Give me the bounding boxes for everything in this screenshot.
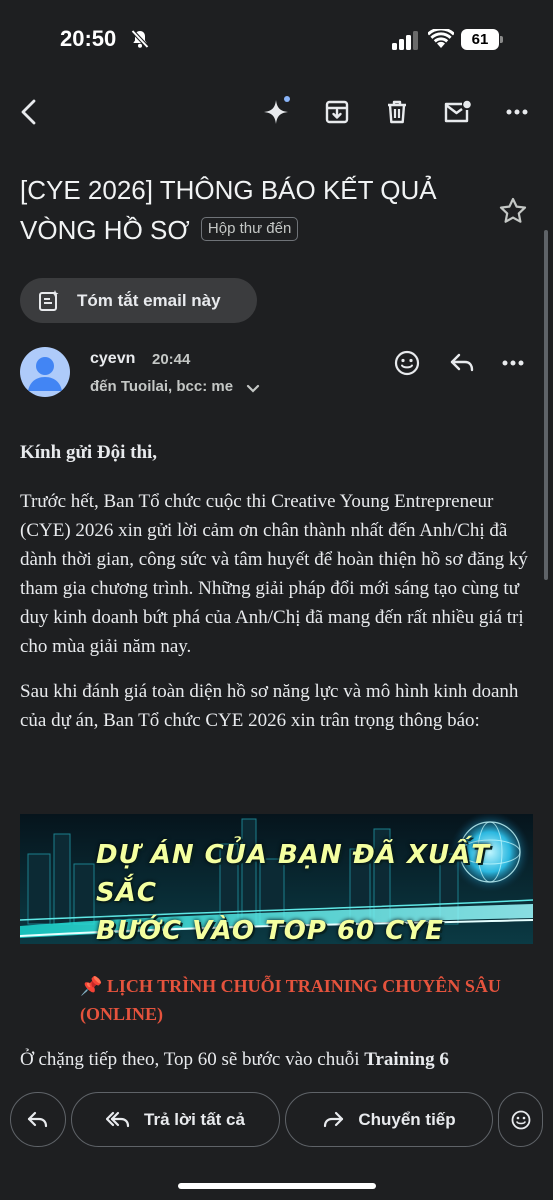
forward-icon — [324, 1111, 344, 1127]
cellular-signal-icon — [392, 30, 420, 55]
star-icon — [499, 197, 527, 223]
chevron-down-icon[interactable] — [246, 381, 260, 399]
wifi-icon — [427, 27, 455, 54]
banner-headline: DỰ ÁN CỦA BẠN ĐÃ XUẤT SẮC BƯỚC VÀO TOP 6… — [96, 836, 516, 944]
recipients-summary[interactable]: đến Tuoilai, bcc: me — [90, 378, 233, 395]
chevron-left-icon — [21, 99, 36, 125]
reply-all-icon — [106, 1111, 130, 1127]
gemini-button[interactable] — [256, 92, 296, 132]
bottom-reply-button[interactable] — [10, 1092, 66, 1147]
schedule-heading-text: LỊCH TRÌNH CHUỖI TRAINING CHUYÊN SÂU (ON… — [80, 976, 501, 1024]
body-paragraph-2: Sau khi đánh giá toàn diện hồ sơ năng lự… — [20, 681, 519, 731]
summarize-email-button[interactable]: Tóm tắt email này — [20, 278, 257, 323]
summary-icon — [39, 289, 59, 311]
star-button[interactable] — [498, 196, 528, 231]
delete-button[interactable] — [377, 92, 417, 132]
battery-indicator: 61 — [461, 29, 499, 50]
email-subject: [CYE 2026] THÔNG BÁO KẾT QUẢ VÒNG HỒ SƠ … — [20, 170, 480, 250]
email-toolbar — [0, 86, 553, 138]
greeting: Kính gửi Đội thi, — [20, 442, 158, 463]
summarize-label: Tóm tắt email này — [77, 290, 221, 310]
pushpin-icon: 📌 — [80, 976, 103, 996]
body-paragraph-3-text: Ở chặng tiếp theo, Top 60 sẽ bước vào ch… — [20, 1049, 365, 1070]
reply-all-button[interactable]: Trả lời tất cả — [71, 1092, 280, 1147]
archive-button[interactable] — [317, 92, 357, 132]
forward-button[interactable]: Chuyển tiếp — [285, 1092, 493, 1147]
silent-mode-icon — [130, 29, 150, 54]
mark-unread-button[interactable] — [437, 92, 477, 132]
archive-icon — [325, 100, 349, 124]
reply-all-label: Trả lời tất cả — [144, 1109, 245, 1129]
sent-time: 20:44 — [152, 351, 191, 368]
body-paragraph-1: Trước hết, Ban Tổ chức cuộc thi Creative… — [20, 491, 528, 657]
schedule-heading: 📌 LỊCH TRÌNH CHUỖI TRAINING CHUYÊN SÂU (… — [80, 972, 530, 1028]
more-horizontal-icon — [506, 109, 528, 115]
status-time: 20:50 — [60, 26, 117, 51]
add-reaction-button[interactable] — [393, 349, 421, 382]
body-paragraph-3-bold: Training 6 — [364, 1049, 449, 1070]
battery-cap — [500, 36, 503, 43]
scrollbar[interactable] — [544, 230, 548, 580]
inbox-label-chip[interactable]: Hộp thư đến — [200, 217, 299, 242]
sender-avatar[interactable] — [20, 347, 70, 397]
emoji-icon — [511, 1110, 530, 1129]
back-button[interactable] — [9, 92, 49, 132]
forward-label: Chuyển tiếp — [358, 1109, 456, 1129]
mail-unread-icon — [444, 100, 471, 123]
sender-name[interactable]: cyevn — [90, 350, 135, 368]
bottom-emoji-button[interactable] — [498, 1092, 543, 1147]
emoji-icon — [394, 350, 420, 376]
person-icon — [28, 357, 62, 391]
bottom-action-bar: Trả lời tất cả Chuyển tiếp — [0, 1082, 553, 1200]
body-paragraph-3: Ở chặng tiếp theo, Top 60 sẽ bước vào ch… — [20, 1045, 533, 1074]
announcement-banner-image: DỰ ÁN CỦA BẠN ĐÃ XUẤT SẮC BƯỚC VÀO TOP 6… — [20, 814, 533, 944]
more-horizontal-icon — [502, 360, 524, 366]
email-body: Kính gửi Đội thi, Trước hết, Ban Tổ chức… — [20, 438, 533, 751]
status-bar: 20:50 61 — [0, 0, 553, 80]
reply-icon — [27, 1111, 48, 1127]
reply-icon — [450, 353, 474, 372]
home-indicator[interactable] — [178, 1183, 376, 1189]
sparkle-icon — [264, 96, 290, 124]
reply-button[interactable] — [448, 350, 476, 381]
banner-line-2: BƯỚC VÀO TOP 60 CYE 2026! — [96, 916, 444, 944]
more-options-button[interactable] — [497, 92, 537, 132]
banner-line-1: DỰ ÁN CỦA BẠN ĐÃ XUẤT SẮC — [96, 840, 490, 908]
trash-icon — [388, 100, 406, 124]
message-more-button[interactable] — [502, 350, 524, 381]
